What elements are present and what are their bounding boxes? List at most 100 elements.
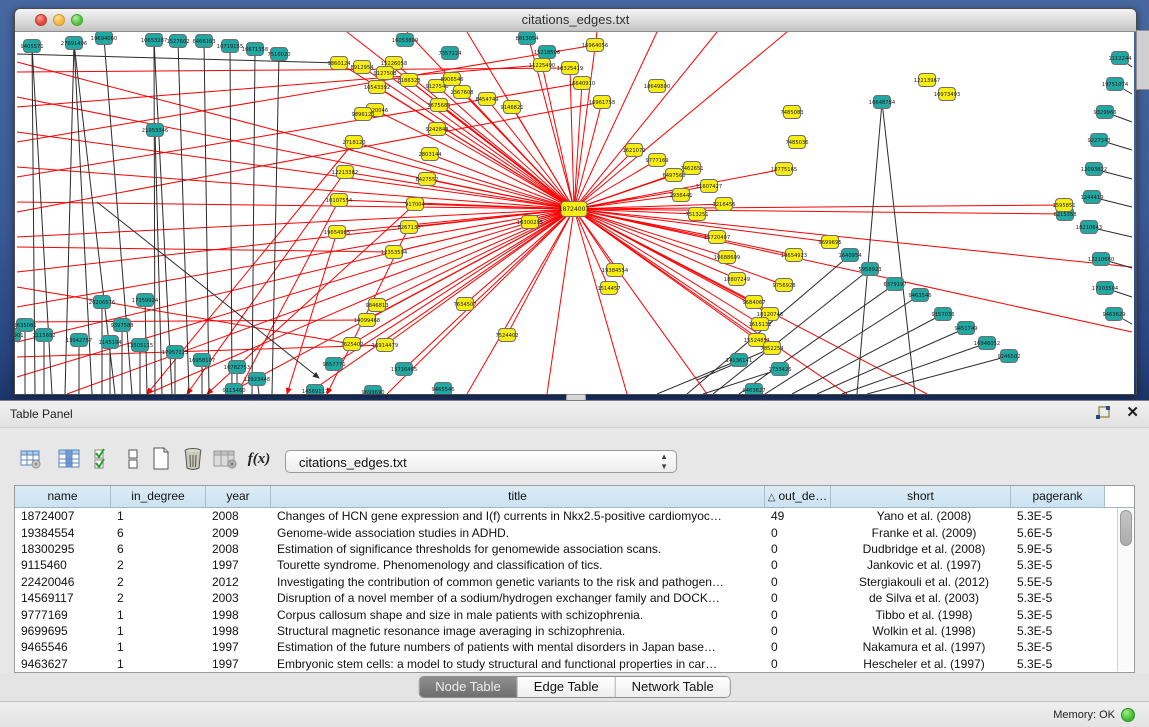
table-row[interactable]: 1872400712008Changes of HCN gene express…	[15, 508, 1134, 524]
table-row[interactable]: 946362711997Embryonic stem cells: a mode…	[15, 656, 1134, 672]
network-canvas[interactable]: 9405571276914061969406010653287152760264…	[15, 32, 1134, 394]
function-builder-icon[interactable]: f(x)	[246, 446, 272, 472]
graph-edge	[657, 360, 739, 394]
graph-node-label: 14569117	[302, 389, 328, 394]
graph-node-label: 14099468	[354, 318, 380, 324]
table-cell-in_degree: 1	[111, 608, 206, 622]
graph-node-label: 7524402	[495, 333, 518, 339]
column-header-pagerank[interactable]: pagerank	[1011, 486, 1105, 507]
import-table-icon[interactable]	[212, 446, 238, 472]
table-row[interactable]: 946554611997Estimation of the future num…	[15, 639, 1134, 655]
background-window-edge	[1136, 30, 1149, 90]
table-cell-title: Disruption of a novel member of a sodium…	[271, 591, 765, 605]
graph-node-label: 8267130	[397, 225, 420, 231]
column-header-year[interactable]: year	[206, 486, 271, 507]
float-window-icon[interactable]	[1095, 405, 1112, 421]
network-window-titlebar[interactable]: citations_edges.txt	[15, 9, 1136, 32]
tab-edge-table[interactable]: Edge Table	[518, 677, 616, 697]
table-row[interactable]: 1938455462009Genome-wide association stu…	[15, 524, 1134, 540]
graph-node-label: 9227343	[1087, 138, 1110, 144]
table-cell-short: Nakamura et al. (1997)	[831, 640, 1011, 654]
new-table-icon[interactable]	[148, 446, 174, 472]
table-cell-title: Changes of HCN gene expression and I(f) …	[271, 509, 765, 523]
graph-node-label: 14136141	[726, 358, 752, 364]
graph-node-label: 9463546	[908, 293, 931, 299]
show-columns-icon[interactable]	[56, 446, 82, 472]
graph-node-label: 1615132	[748, 322, 771, 328]
table-row[interactable]: 1456911722003Disruption of a novel membe…	[15, 590, 1134, 606]
graph-node-label: 16964056	[582, 43, 608, 49]
table-cell-out_degree: 0	[765, 526, 831, 540]
table-cell-out_degree: 0	[765, 657, 831, 671]
row-height-icon[interactable]	[120, 446, 146, 472]
close-panel-icon[interactable]: ✕	[1126, 405, 1139, 421]
table-row[interactable]: 1830029562008Estimation of significance …	[15, 541, 1134, 557]
column-header-in-degree[interactable]: in_degree	[111, 486, 206, 507]
table-cell-title: Embryonic stem cells: a model to study s…	[271, 657, 765, 671]
graph-edge	[17, 45, 595, 142]
table-row[interactable]: 969969511998Structural magnetic resonanc…	[15, 623, 1134, 639]
table-settings-icon[interactable]	[18, 446, 44, 472]
column-header-short[interactable]: short	[831, 486, 1011, 507]
table-cell-in_degree: 6	[111, 542, 206, 556]
table-cell-out_degree: 0	[765, 558, 831, 572]
scrollbar-thumb[interactable]	[1120, 510, 1132, 546]
table-row[interactable]: 911546021997Tourette syndrome. Phenomeno…	[15, 557, 1134, 573]
graph-node-label: 9405571	[20, 44, 43, 50]
graph-node-label: 8912954	[350, 65, 374, 71]
table-cell-year: 1998	[206, 608, 271, 622]
table-cell-pagerank: 5.9E-5	[1011, 542, 1105, 556]
graph-node-label: 16053809	[392, 38, 418, 44]
graph-node-label: 11607427	[696, 184, 722, 190]
table-cell-short: de Silva et al. (2003)	[831, 591, 1011, 605]
graph-edge	[307, 209, 574, 394]
graph-edge	[792, 314, 943, 394]
graph-node-label: 15720407	[704, 235, 730, 241]
table-cell-in_degree: 1	[111, 624, 206, 638]
table-cell-in_degree: 6	[111, 526, 206, 540]
select-columns-icon[interactable]	[90, 446, 116, 472]
network-window-title: citations_edges.txt	[15, 12, 1136, 27]
graph-node-label: 1112244	[1108, 56, 1132, 62]
graph-node-label: 21953346	[142, 128, 168, 134]
tab-node-table[interactable]: Node Table	[419, 677, 518, 697]
table-cell-name: 9463627	[15, 657, 111, 671]
table-cell-year: 1997	[206, 640, 271, 654]
graph-node-label: 7634507	[453, 302, 476, 308]
table-vertical-scrollbar[interactable]	[1117, 508, 1133, 671]
graph-edge	[574, 209, 770, 314]
graph-edge	[574, 32, 717, 209]
graph-node-label: 19384554	[602, 268, 629, 274]
graph-node-label: 9756928	[772, 283, 795, 289]
graph-node-label: 15218506	[534, 50, 560, 56]
graph-edge	[817, 328, 966, 394]
graph-node-label: 9699695	[818, 240, 841, 246]
network-window[interactable]: citations_edges.txt 94055712769140619694…	[14, 8, 1137, 395]
table-cell-short: Yano et al. (2008)	[831, 509, 1011, 523]
graph-node-label: 9146821	[500, 105, 523, 111]
table-selector-dropdown[interactable]: citations_edges.txt ▲▼	[285, 450, 677, 473]
graph-node-label: 16914479	[372, 343, 398, 349]
graph-node-label: 16958107	[189, 358, 215, 364]
table-row[interactable]: 2242004622012Investigating the contribut…	[15, 574, 1134, 590]
table-row[interactable]: 977716911998Corpus callosum shape and si…	[15, 606, 1134, 622]
column-header-out-degree[interactable]: △out_de…	[765, 486, 831, 507]
graph-node-label: 6497568	[662, 173, 685, 179]
delete-table-icon[interactable]	[180, 446, 206, 472]
graph-node-label: 917004	[405, 202, 426, 208]
graph-node-label: 19654923	[781, 253, 807, 259]
graph-edge	[252, 49, 255, 394]
table-cell-year: 2003	[206, 591, 271, 605]
tab-network-table[interactable]: Network Table	[616, 677, 730, 697]
graph-node-label: 9657771	[322, 362, 345, 368]
table-panel-titlebar[interactable]: Table Panel ✕	[0, 401, 1149, 428]
dropdown-stepper-icon: ▲▼	[660, 452, 668, 472]
graph-node-label: 9397588	[110, 323, 133, 329]
table-cell-out_degree: 0	[765, 542, 831, 556]
graph-edge	[204, 41, 209, 394]
graph-node-label: 8186328	[397, 78, 420, 84]
table-cell-name: 9115460	[15, 558, 111, 572]
column-header-title[interactable]: title	[271, 486, 765, 507]
graph-node-label: 9846813	[365, 303, 388, 309]
column-header-name[interactable]: name	[15, 486, 111, 507]
